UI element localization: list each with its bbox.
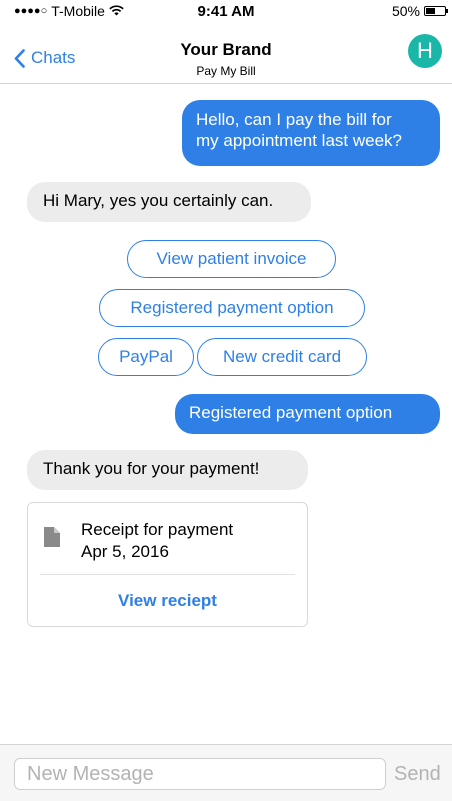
- message-list: Hello, can I pay the bill for my appoint…: [0, 84, 452, 744]
- incoming-message: Thank you for your payment!: [27, 450, 308, 490]
- conversation-title: Your Brand: [180, 40, 272, 59]
- incoming-message: Hi Mary, yes you certainly can.: [27, 182, 311, 222]
- receipt-card: Receipt for payment Apr 5, 2016 View rec…: [27, 502, 308, 627]
- message-text: Hi Mary, yes you certainly can.: [43, 191, 274, 210]
- avatar[interactable]: H: [408, 34, 442, 68]
- view-patient-invoice-button[interactable]: View patient invoice: [127, 240, 336, 278]
- registered-payment-option-button[interactable]: Registered payment option: [99, 289, 365, 327]
- new-credit-card-button[interactable]: New credit card: [197, 338, 367, 376]
- battery-fill: [426, 8, 435, 14]
- battery-percent: 50%: [391, 3, 420, 19]
- outgoing-message: Hello, can I pay the bill for my appoint…: [182, 100, 440, 166]
- wifi-icon: [109, 4, 124, 19]
- view-receipt-button[interactable]: View reciept: [28, 591, 307, 611]
- signal-strength-icon: ●●●●○: [14, 5, 48, 17]
- outgoing-message: Registered payment option: [175, 394, 440, 434]
- divider: [40, 574, 295, 575]
- message-text-line: my appointment last week?: [196, 131, 402, 150]
- battery-icon: [424, 6, 448, 16]
- carrier-name: T-Mobile: [51, 3, 105, 19]
- message-text: Thank you for your payment!: [43, 459, 260, 478]
- message-text-line: Hello, can I pay the bill for: [196, 110, 392, 129]
- conversation-subtitle: Pay My Bill: [196, 64, 256, 78]
- receipt-title: Receipt for payment: [81, 520, 234, 539]
- battery-status: 50%: [391, 3, 448, 19]
- navigation-bar: Chats Your Brand Pay My Bill H: [0, 22, 452, 84]
- carrier-info: ●●●●○ T-Mobile: [14, 3, 124, 19]
- receipt-date: Apr 5, 2016: [81, 542, 169, 561]
- message-input-bar: Send: [0, 744, 452, 801]
- send-button[interactable]: Send: [394, 763, 441, 786]
- message-input[interactable]: [14, 758, 386, 790]
- document-icon: [44, 527, 60, 547]
- status-bar: ●●●●○ T-Mobile 9:41 AM 50%: [0, 0, 452, 22]
- message-text: Registered payment option: [189, 403, 393, 422]
- paypal-button[interactable]: PayPal: [98, 338, 194, 376]
